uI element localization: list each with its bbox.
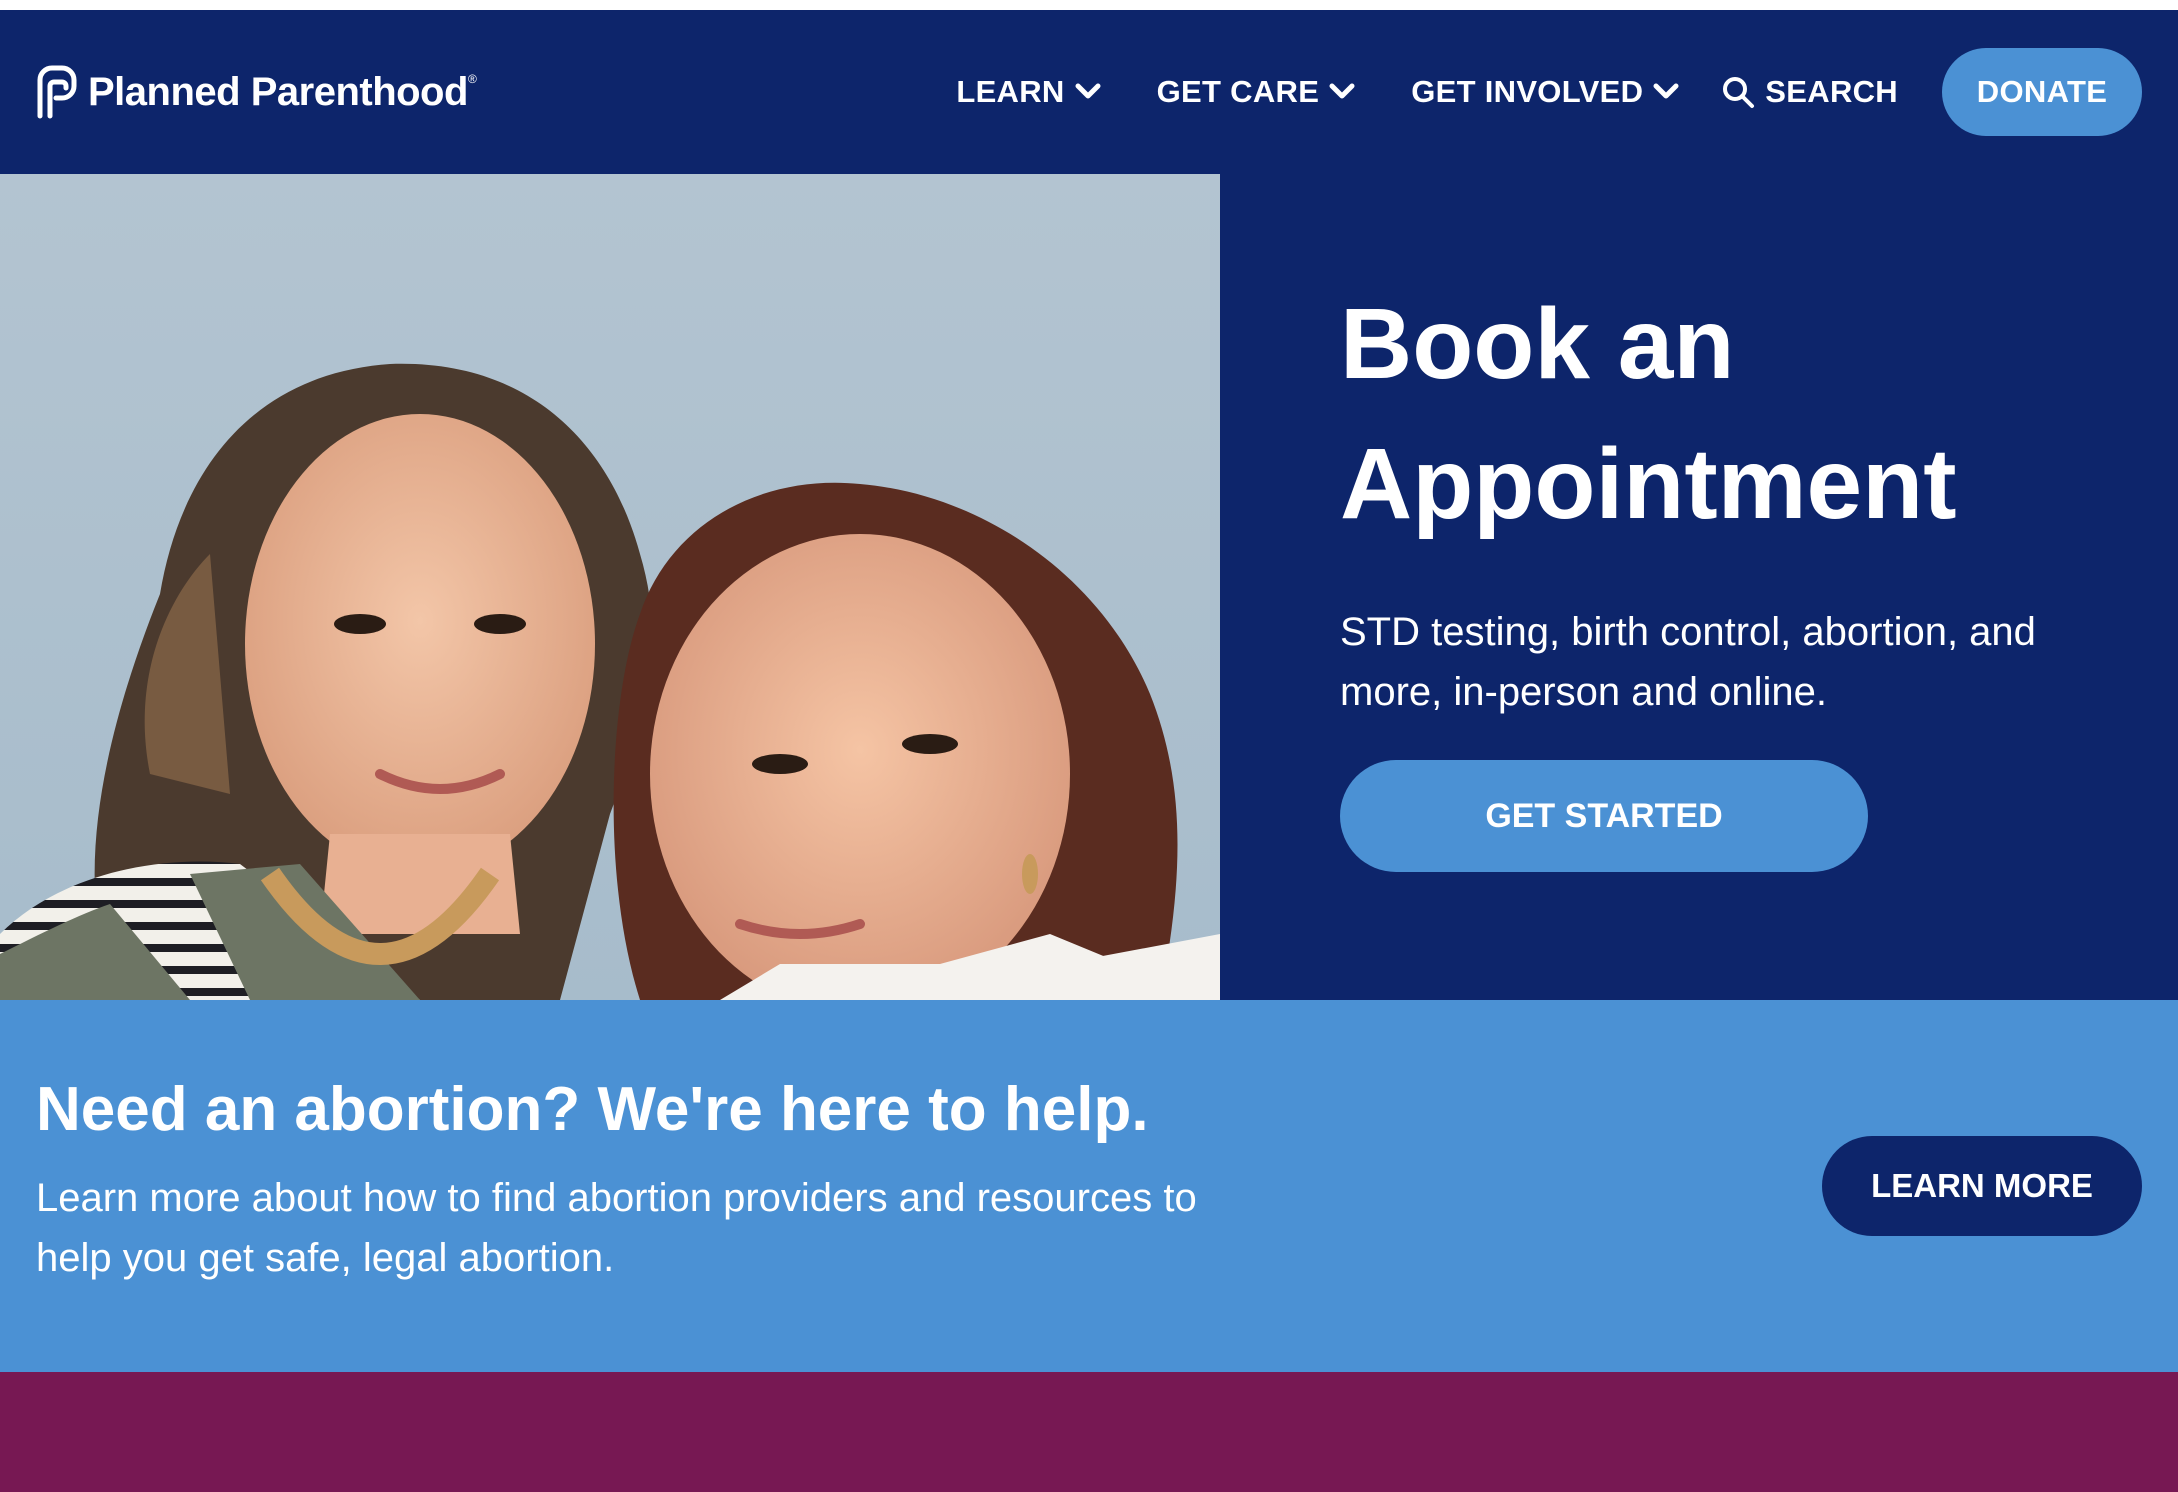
search-icon: [1723, 77, 1755, 108]
planned-parenthood-logo[interactable]: Planned Parenthood®: [36, 64, 477, 120]
nav-get-involved-label: GET INVOLVED: [1411, 74, 1644, 109]
banner-subtitle: Learn more about how to find abortion pr…: [36, 1176, 1197, 1280]
top-strip: [0, 0, 2178, 10]
nav-learn-label: LEARN: [956, 74, 1065, 109]
nav-search[interactable]: SEARCH: [1721, 74, 1898, 110]
chevron-down-icon: [1653, 83, 1679, 99]
get-started-button[interactable]: GET STARTED: [1340, 760, 1868, 872]
learn-more-button[interactable]: LEARN MORE: [1822, 1136, 2142, 1236]
hero-title-line2: Appointment: [1340, 428, 1957, 540]
hero-title-line1: Book an: [1340, 288, 1735, 400]
nav-search-label: SEARCH: [1765, 74, 1898, 109]
planned-parenthood-logo-icon: [37, 65, 77, 119]
hero-text: Book an Appointment STD testing, birth c…: [1340, 274, 2120, 722]
nav-get-care[interactable]: GET CARE: [1157, 74, 1356, 110]
registered-mark: ®: [467, 71, 477, 86]
next-section: [0, 1372, 2178, 1492]
banner-title: Need an abortion? We're here to help.: [36, 1075, 1149, 1144]
nav-learn[interactable]: LEARN: [956, 74, 1101, 110]
donate-button[interactable]: DONATE: [1942, 48, 2142, 136]
brand-name: Planned Parenthood®: [88, 69, 477, 115]
hero-photo: [0, 174, 1220, 1000]
nav-get-involved[interactable]: GET INVOLVED: [1411, 74, 1679, 110]
chevron-down-icon: [1075, 83, 1101, 99]
nav-get-care-label: GET CARE: [1156, 74, 1320, 109]
main-nav: LEARN GET CARE GET INVOLVED SEARCH DONAT…: [956, 48, 2142, 136]
brand-name-text: Planned Parenthood: [88, 69, 468, 114]
site-header: Planned Parenthood® LEARN GET CARE GET I…: [0, 10, 2178, 174]
chevron-down-icon: [1329, 83, 1355, 99]
hero-subtitle: STD testing, birth control, abortion, an…: [1340, 610, 2036, 714]
hero-photo-illustration: [0, 174, 1220, 1000]
hero-section: Book an Appointment STD testing, birth c…: [0, 174, 2178, 1000]
hero-title: Book an Appointment: [1340, 274, 2120, 554]
abortion-info-banner: Need an abortion? We're here to help. Le…: [0, 1000, 2178, 1372]
